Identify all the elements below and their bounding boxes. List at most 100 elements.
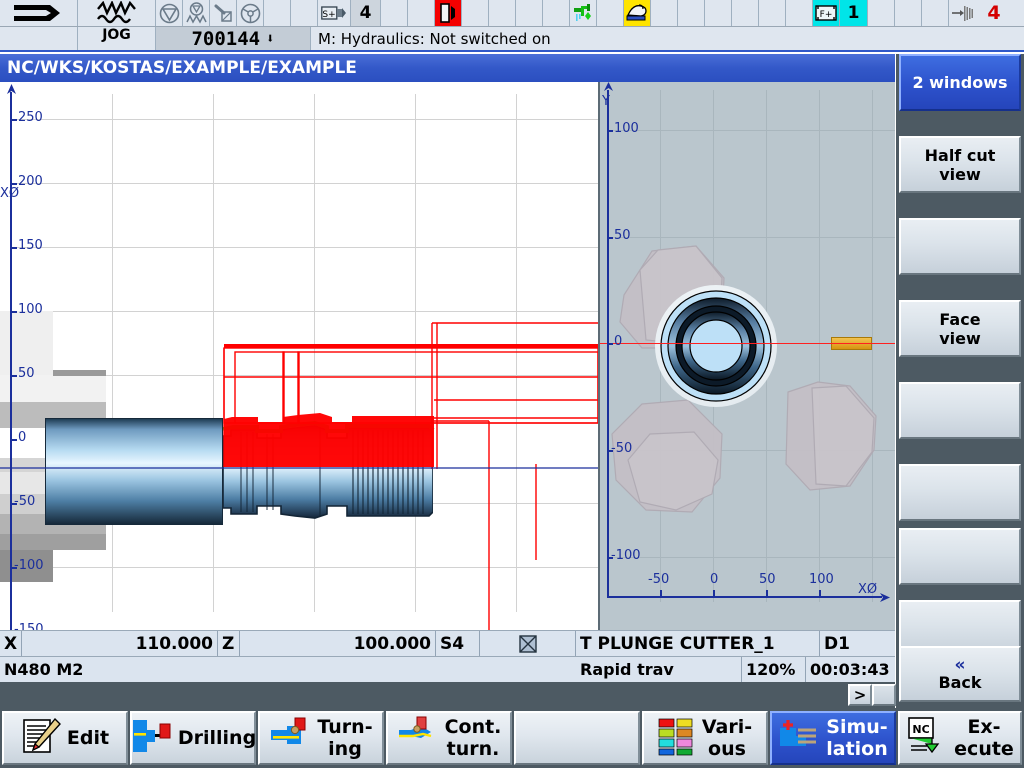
horizontal-softkey-bar: Edit Drilling Turn- ing Cont. turn. Vari… bbox=[0, 708, 1024, 768]
status-slot-empty bbox=[895, 0, 922, 26]
current-block: N480 M2 bbox=[4, 660, 84, 679]
y-tick-label: 50 bbox=[18, 366, 35, 381]
softkey-label: 2 windows bbox=[912, 73, 1008, 92]
status-slot-empty bbox=[922, 0, 949, 26]
y-axis-line bbox=[10, 92, 12, 630]
toolbar-various-button[interactable]: Vari- ous bbox=[642, 711, 768, 765]
simulation-graphics-area[interactable]: XØ Z 250 200 150 100 50 0 -50 -100 -150 … bbox=[0, 82, 895, 630]
status-slot-empty bbox=[381, 0, 408, 26]
z-axis-label-cell: Z bbox=[218, 631, 240, 656]
svg-text:F+: F+ bbox=[820, 10, 833, 20]
toolbar-drilling-button[interactable]: Drilling bbox=[130, 711, 256, 765]
feed-override-value: 1 bbox=[840, 0, 868, 26]
toolbar-edit-button[interactable]: Edit bbox=[2, 711, 128, 765]
edit-pencil-icon bbox=[21, 717, 61, 760]
softkey-empty-5[interactable] bbox=[899, 382, 1021, 439]
toolbar-label: Vari- ous bbox=[701, 716, 753, 760]
softkey-2-windows[interactable]: 2 windows bbox=[899, 54, 1021, 111]
tool-number-value: 4 bbox=[987, 2, 1001, 24]
jog-wave-icon bbox=[78, 0, 156, 26]
mode-slot bbox=[0, 27, 78, 50]
softkey-label: Face view bbox=[939, 309, 981, 348]
status-slot-empty bbox=[597, 0, 624, 26]
status-slot-empty bbox=[408, 0, 435, 26]
turning-side-view-plot[interactable]: XØ Z 250 200 150 100 50 0 -50 -100 -150 … bbox=[0, 82, 598, 630]
y-tick-label: 150 bbox=[18, 238, 43, 253]
y-axis-label: XØ bbox=[0, 186, 20, 201]
toolbar-label: Simu- lation bbox=[826, 716, 888, 760]
turning-icon bbox=[269, 716, 311, 761]
s-plus-icon: S+ bbox=[318, 0, 351, 26]
toolbar-contour-turning-button[interactable]: Cont. turn. bbox=[386, 711, 512, 765]
toolpath-contour bbox=[0, 322, 598, 630]
tool-move-icon bbox=[949, 0, 983, 26]
toolbar-label: Edit bbox=[66, 727, 110, 749]
status-slot-empty bbox=[264, 0, 291, 26]
active-tool-name: T PLUNGE CUTTER_1 bbox=[576, 631, 820, 656]
softkey-empty-3[interactable] bbox=[899, 218, 1021, 275]
y-axis-arrow-icon bbox=[604, 82, 613, 91]
spindle-stop-icon bbox=[480, 631, 576, 656]
softkey-label: Half cut view bbox=[924, 145, 996, 184]
svg-text:S+: S+ bbox=[322, 10, 335, 20]
nc-execute-icon: NC bbox=[906, 716, 948, 761]
softkey-label: Back bbox=[938, 672, 982, 692]
status-slot-empty bbox=[489, 0, 516, 26]
status-slot-empty bbox=[462, 0, 489, 26]
softkey-half-cut-view[interactable]: Half cut view bbox=[899, 136, 1021, 193]
jog-label: JOG bbox=[78, 27, 156, 50]
status-slot-empty bbox=[651, 0, 678, 26]
face-view-plot[interactable]: Y XØ 100 50 0 -50 -100 -50 0 50 100 bbox=[600, 82, 895, 630]
toolbar-label: Turn- ing bbox=[317, 716, 373, 760]
chevron-left-double-icon: « bbox=[954, 654, 966, 675]
bottom-grey-strip bbox=[0, 682, 895, 708]
y-tick-label: -50 bbox=[611, 441, 633, 456]
x-tick-label: 100 bbox=[809, 572, 834, 587]
toolbar-simulation-button[interactable]: Simu- lation bbox=[770, 711, 896, 765]
toolbar-empty-button[interactable] bbox=[514, 711, 640, 765]
toolbar-turning-button[interactable]: Turn- ing bbox=[258, 711, 384, 765]
toolbar-label: Cont. turn. bbox=[444, 716, 502, 760]
softkey-page-indicator[interactable] bbox=[872, 684, 896, 706]
y-tick-label: 0 bbox=[614, 334, 623, 349]
program-number-value: 700144 bbox=[191, 27, 261, 50]
next-softkeys-button[interactable]: > bbox=[848, 684, 872, 706]
y-tick-label: -100 bbox=[611, 548, 641, 563]
handwheel-icon[interactable] bbox=[237, 0, 264, 26]
x-axis-value: 110.000 bbox=[22, 631, 218, 656]
door-open-icon bbox=[435, 0, 462, 26]
softkey-back[interactable]: « Back bbox=[899, 646, 1021, 702]
y-tick-label: -150 bbox=[14, 622, 44, 630]
toolbar-label: Drilling bbox=[177, 727, 257, 749]
status-bar-row2: JOG 700144 ⬇ M: Hydraulics: Not switched… bbox=[0, 27, 1024, 52]
softkey-empty-7[interactable] bbox=[899, 528, 1021, 585]
f-plus-icon: F+ bbox=[813, 0, 840, 26]
tool-offset-label: D1 bbox=[824, 633, 850, 654]
x-tick-label: -50 bbox=[648, 572, 670, 587]
y-tick-label: 100 bbox=[614, 121, 639, 136]
feed-override: 120% bbox=[742, 657, 806, 682]
y-tick-label: -50 bbox=[14, 494, 36, 509]
softkey-face-view[interactable]: Face view bbox=[899, 300, 1021, 357]
status-slot-empty bbox=[732, 0, 759, 26]
axis-value-bar: X 110.000 Z 100.000 S4 T PLUNGE CUTTER_1… bbox=[0, 630, 895, 656]
y-tick-label: 250 bbox=[18, 110, 43, 125]
channel-shape-icon bbox=[0, 0, 78, 26]
program-number-field: 700144 ⬇ bbox=[156, 27, 311, 50]
spindle-wave-icon[interactable] bbox=[183, 0, 210, 26]
y-tick-label: 100 bbox=[18, 302, 43, 317]
softkey-empty-6[interactable] bbox=[899, 464, 1021, 521]
chip-conveyor-icon bbox=[624, 0, 651, 26]
tool-offset-icon[interactable] bbox=[210, 0, 237, 26]
runtime: 00:03:43 bbox=[810, 660, 890, 679]
x-axis-label-cell: X bbox=[0, 631, 22, 656]
toolbar-label: Ex- ecute bbox=[954, 716, 1014, 760]
drilling-icon bbox=[130, 716, 172, 761]
status-slot-empty bbox=[786, 0, 813, 26]
status-slot-empty bbox=[759, 0, 786, 26]
x-tick-label: 0 bbox=[710, 572, 719, 587]
various-colors-icon bbox=[658, 716, 696, 761]
toolbar-execute-button[interactable]: NC Ex- ecute bbox=[898, 711, 1022, 765]
stop-spindle-icon[interactable] bbox=[156, 0, 183, 26]
x-axis-arrow-icon bbox=[880, 593, 890, 602]
